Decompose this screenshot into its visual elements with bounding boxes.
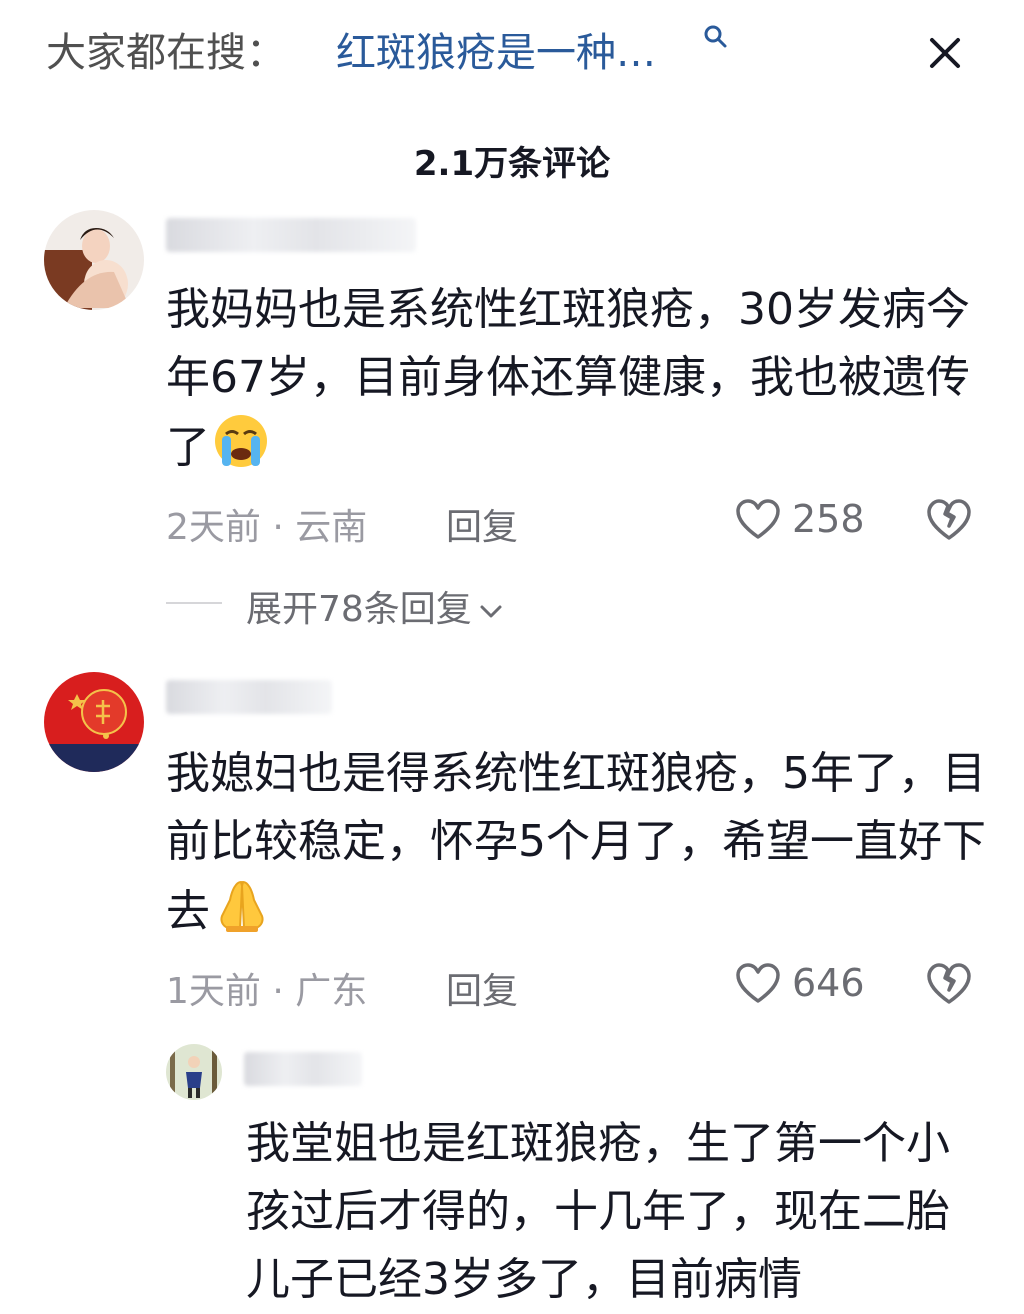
divider bbox=[166, 602, 222, 604]
like-count: 258 bbox=[792, 497, 865, 541]
avatar[interactable] bbox=[44, 672, 144, 772]
reply-text: 我堂姐也是红斑狼疮，生了第一个小孩过后才得的，十几年了，现在二胎儿子已经3岁多了… bbox=[246, 1118, 950, 1305]
broken-heart-icon[interactable] bbox=[925, 496, 973, 542]
heart-icon bbox=[736, 499, 780, 539]
comment-meta: 1天前 · 广东 bbox=[166, 971, 368, 1012]
reply-button[interactable]: 回复 bbox=[446, 962, 518, 1014]
heart-icon bbox=[736, 963, 780, 1003]
avatar[interactable] bbox=[44, 210, 144, 310]
search-suggestion-link[interactable]: 红斑狼疮是一种… bbox=[336, 20, 656, 78]
like-count: 646 bbox=[792, 961, 865, 1005]
comment-text: 我媳妇也是得系统性红斑狼疮，5年了，目前比较稳定，怀孕5个月了，希望一直好下去 bbox=[166, 740, 986, 954]
comment-count-title: 2.1万条评论 bbox=[413, 144, 611, 184]
broken-heart-icon[interactable] bbox=[925, 960, 973, 1006]
reply-button[interactable]: 回复 bbox=[446, 498, 518, 550]
like-button[interactable]: 258 bbox=[734, 494, 865, 544]
comment-text: 我妈妈也是系统性红斑狼疮，30岁发病今年67岁，目前身体还算健康，我也被遗传了 bbox=[166, 276, 986, 490]
expand-replies-button[interactable]: 展开78条回复 bbox=[246, 580, 504, 632]
avatar[interactable] bbox=[166, 1044, 222, 1100]
like-button[interactable]: 646 bbox=[734, 958, 865, 1008]
folded-hands-emoji bbox=[212, 876, 272, 954]
close-icon[interactable] bbox=[922, 30, 968, 76]
comment-meta: 2天前 · 云南 bbox=[166, 507, 368, 548]
search-prefix-label: 大家都在搜： bbox=[46, 30, 286, 76]
search-suggestion-bar: 大家都在搜： 红斑狼疮是一种… bbox=[0, 0, 1024, 100]
username-blurred[interactable] bbox=[166, 218, 416, 252]
chevron-down-icon bbox=[480, 605, 502, 618]
username-blurred[interactable] bbox=[166, 680, 332, 714]
crying-face-emoji bbox=[212, 412, 270, 490]
username-blurred[interactable] bbox=[244, 1052, 362, 1086]
search-icon[interactable] bbox=[703, 24, 729, 50]
